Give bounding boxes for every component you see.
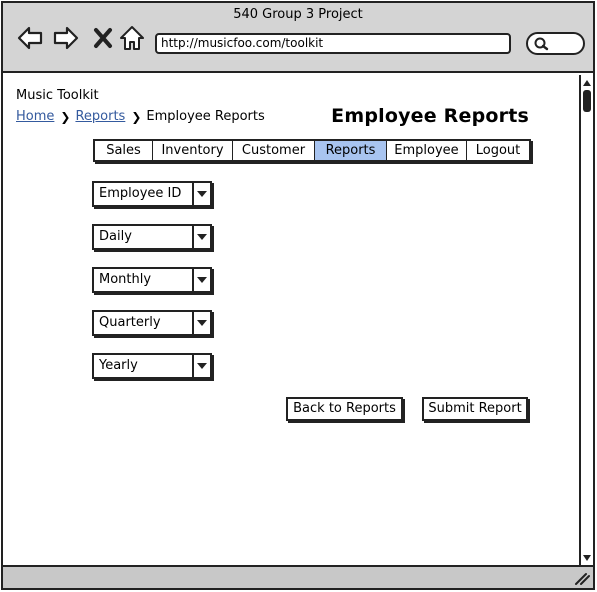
- tab-bar: Sales Inventory Customer Reports Employe…: [93, 139, 531, 162]
- back-to-reports-button[interactable]: Back to Reports: [286, 397, 403, 421]
- chevron-down-icon: [197, 320, 207, 326]
- search-field[interactable]: [526, 32, 585, 55]
- page-content: Music Toolkit Home ❯ Reports ❯ Employee …: [3, 75, 577, 565]
- chevron-right-icon: ❯: [131, 109, 142, 124]
- chevron-right-icon: ❯: [60, 109, 71, 124]
- tab-reports[interactable]: Reports: [315, 141, 387, 160]
- breadcrumb-reports-link[interactable]: Reports: [75, 109, 125, 124]
- scroll-thumb[interactable]: [583, 90, 591, 112]
- home-icon[interactable]: [119, 25, 145, 51]
- select-value: Monthly: [99, 272, 152, 287]
- browser-titlebar: 540 Group 3 Project http://musicfoo.com/…: [3, 3, 593, 73]
- tab-customer[interactable]: Customer: [233, 141, 315, 160]
- tab-sales[interactable]: Sales: [95, 141, 153, 160]
- back-arrow-icon[interactable]: [17, 25, 43, 51]
- tab-employee[interactable]: Employee: [387, 141, 467, 160]
- tab-logout[interactable]: Logout: [467, 141, 529, 160]
- app-name: Music Toolkit: [16, 88, 99, 103]
- url-input[interactable]: http://musicfoo.com/toolkit: [155, 33, 511, 54]
- monthly-select[interactable]: Monthly: [92, 267, 212, 293]
- select-value: Daily: [99, 229, 132, 244]
- quarterly-select[interactable]: Quarterly: [92, 310, 212, 336]
- chevron-down-icon: [197, 277, 207, 283]
- scroll-up-icon[interactable]: [582, 78, 592, 88]
- breadcrumb-home-link[interactable]: Home: [16, 109, 54, 124]
- chevron-down-icon: [197, 191, 207, 197]
- daily-select[interactable]: Daily: [92, 224, 212, 250]
- scroll-down-icon[interactable]: [582, 553, 592, 563]
- browser-window: 540 Group 3 Project http://musicfoo.com/…: [1, 1, 595, 590]
- window-title: 540 Group 3 Project: [233, 7, 363, 22]
- employee-id-select[interactable]: Employee ID: [92, 181, 212, 207]
- chevron-down-icon: [197, 234, 207, 240]
- forward-arrow-icon[interactable]: [53, 25, 79, 51]
- select-value: Employee ID: [99, 186, 182, 201]
- breadcrumb: Home ❯ Reports ❯ Employee Reports: [16, 109, 265, 124]
- search-icon: [534, 37, 549, 51]
- select-value: Quarterly: [99, 315, 161, 330]
- tab-inventory[interactable]: Inventory: [153, 141, 233, 160]
- yearly-select[interactable]: Yearly: [92, 353, 212, 379]
- page-title: Employee Reports: [331, 105, 529, 127]
- select-value: Yearly: [99, 358, 138, 373]
- resize-grip-icon[interactable]: [574, 571, 590, 585]
- close-icon[interactable]: [90, 25, 116, 51]
- submit-report-button[interactable]: Submit Report: [422, 397, 528, 421]
- chevron-down-icon: [197, 363, 207, 369]
- breadcrumb-current: Employee Reports: [146, 109, 265, 124]
- status-bar: [3, 565, 593, 588]
- vertical-scrollbar[interactable]: [579, 75, 593, 565]
